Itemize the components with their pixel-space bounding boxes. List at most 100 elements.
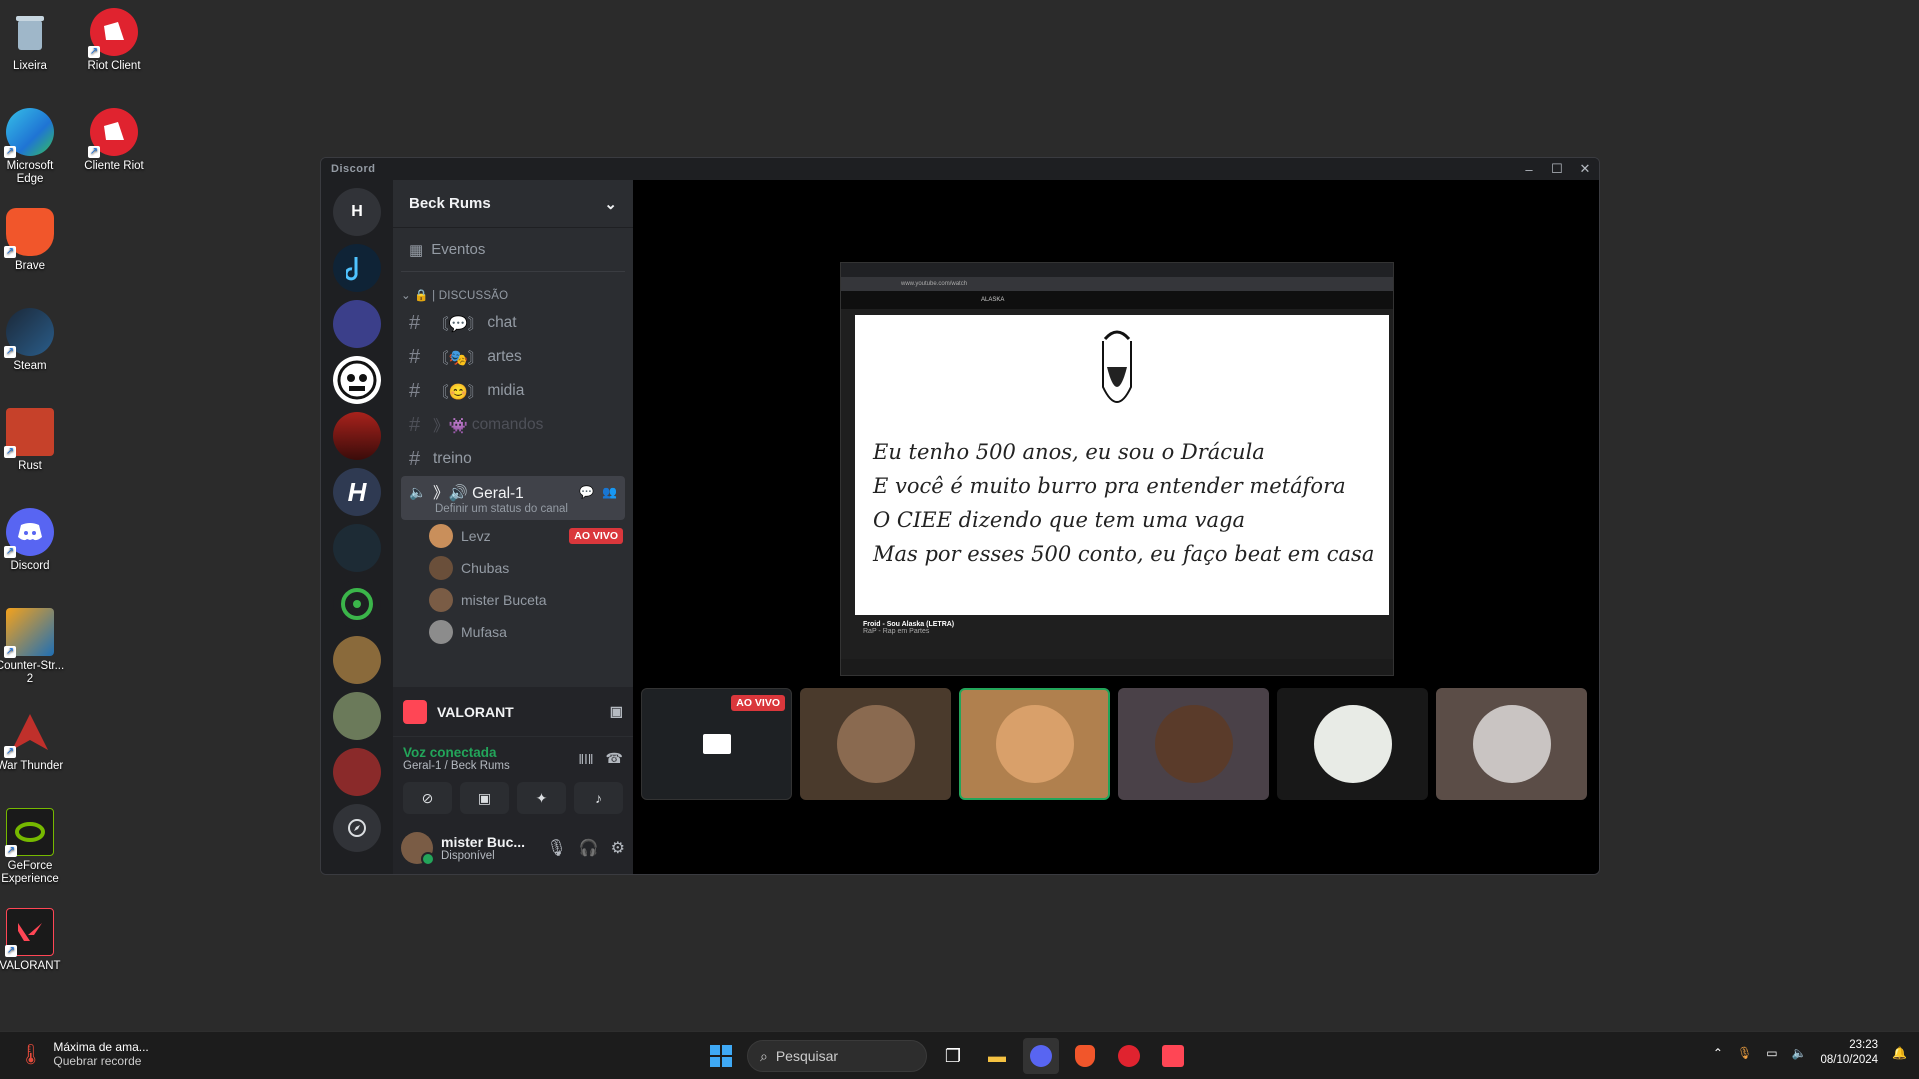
windows-taskbar: 🌡 Máxima de ama... Quebrar recorde ⌕ Pes… bbox=[0, 1031, 1919, 1079]
desktop-icon-riot-client[interactable]: ↗ Riot Client bbox=[76, 8, 152, 73]
server-icon-music[interactable] bbox=[333, 244, 381, 292]
desktop-icon-cliente-riot[interactable]: ↗ Cliente Riot bbox=[76, 108, 152, 173]
voice-channel-name: 》🔊 Geral-1 bbox=[433, 485, 524, 502]
category-discussao[interactable]: ⌄ 🔒 | DISCUSSÃO bbox=[393, 272, 633, 306]
user-name: mister Buc... bbox=[441, 834, 526, 850]
participant-tile[interactable] bbox=[959, 688, 1110, 800]
desktop-icon-label: Counter-Str... 2 bbox=[0, 660, 65, 685]
brave-taskbar-icon[interactable] bbox=[1067, 1038, 1103, 1074]
channel-midia[interactable]: # 〘😊〙 midia bbox=[401, 374, 625, 408]
brave-lion-icon: ↗ bbox=[4, 208, 54, 258]
disconnect-icon[interactable]: ☎ bbox=[606, 750, 623, 767]
server-icon-monkey[interactable] bbox=[333, 636, 381, 684]
headphones-icon[interactable]: 🎧 bbox=[579, 838, 599, 858]
server-icon-skull[interactable] bbox=[333, 356, 381, 404]
channel-chat[interactable]: # 〘💬〙 chat bbox=[401, 306, 625, 340]
server-header[interactable]: Beck Rums ⌄ bbox=[393, 180, 633, 228]
channel-artes[interactable]: # 〘🎭〙 artes bbox=[401, 340, 625, 374]
server-icon-h-script[interactable]: H bbox=[333, 468, 381, 516]
channel-prefix: 》👾 bbox=[433, 418, 468, 435]
voice-user[interactable]: Chubas bbox=[393, 552, 633, 584]
voice-connected-title[interactable]: Voz conectada bbox=[403, 745, 510, 760]
youtube-search: ALASKA bbox=[841, 291, 1393, 309]
desktop-icon-discord[interactable]: ↗ Discord bbox=[0, 508, 68, 573]
server-icon-dark[interactable] bbox=[333, 524, 381, 572]
network-icon[interactable]: ▭ bbox=[1766, 1046, 1777, 1060]
weather-widget[interactable]: 🌡 Máxima de ama... Quebrar recorde bbox=[18, 1040, 149, 1068]
participant-tile[interactable] bbox=[800, 688, 951, 800]
stream-view[interactable]: www.youtube.com/watch ALASKA Eu tenho 50… bbox=[840, 262, 1394, 676]
server-icon-beck-rums[interactable] bbox=[333, 748, 381, 796]
maximize-button[interactable]: ☐ bbox=[1543, 158, 1571, 180]
channel-name: midia bbox=[487, 382, 525, 399]
clock[interactable]: 23:23 08/10/2024 bbox=[1820, 1038, 1878, 1068]
server-icon-oeste[interactable] bbox=[333, 412, 381, 460]
activity-row[interactable]: VALORANT ▣ bbox=[393, 687, 633, 737]
server-icon-photo[interactable] bbox=[333, 692, 381, 740]
avatar bbox=[429, 588, 453, 612]
notification-bell-icon[interactable]: 🔔 bbox=[1892, 1046, 1907, 1060]
voice-user[interactable]: Levz AO VIVO bbox=[393, 520, 633, 552]
desktop-icon-label: Cliente Riot bbox=[84, 160, 144, 172]
riot-taskbar-icon[interactable] bbox=[1111, 1038, 1147, 1074]
window-title: Discord bbox=[331, 163, 376, 175]
server-icon-biohazard[interactable] bbox=[333, 580, 381, 628]
minimize-button[interactable]: – bbox=[1515, 158, 1543, 180]
desktop-icon-label: Microsoft Edge bbox=[6, 160, 54, 185]
server-h[interactable]: H bbox=[333, 188, 381, 236]
desktop-icon-label: Lixeira bbox=[13, 60, 47, 72]
activities-icon[interactable]: ✦ bbox=[517, 782, 566, 814]
lyric-line: E você é muito burro pra entender metáfo… bbox=[873, 474, 1346, 498]
desktop-icon-counter-strike[interactable]: ↗ Counter-Str... 2 bbox=[0, 608, 68, 686]
task-view-icon[interactable]: ❐ bbox=[935, 1038, 971, 1074]
screen-share-icon[interactable]: ▣ bbox=[610, 703, 623, 720]
events-item[interactable]: ▦ Eventos bbox=[401, 228, 625, 272]
taskbar-search[interactable]: ⌕ Pesquisar bbox=[747, 1040, 927, 1072]
chat-bubble-icon[interactable]: 💬 bbox=[579, 485, 594, 499]
explore-servers-icon[interactable] bbox=[333, 804, 381, 852]
chevron-up-icon[interactable]: ⌃ bbox=[1713, 1046, 1723, 1060]
avatar bbox=[1313, 705, 1392, 783]
channel-comandos[interactable]: # 》👾 comandos bbox=[401, 408, 625, 442]
stream-tile[interactable]: AO VIVO bbox=[641, 688, 792, 800]
volume-icon[interactable]: 🔈 bbox=[1792, 1046, 1807, 1060]
start-button[interactable] bbox=[703, 1038, 739, 1074]
channel-treino[interactable]: # treino bbox=[401, 442, 625, 476]
desktop-icon-label: VALORANT bbox=[0, 960, 61, 972]
valorant-taskbar-icon[interactable] bbox=[1155, 1038, 1191, 1074]
participant-tile[interactable] bbox=[1118, 688, 1269, 800]
desktop-icon-brave[interactable]: ↗ Brave bbox=[0, 208, 68, 273]
desktop-icon-geforce[interactable]: ↗ GeForce Experience bbox=[0, 808, 68, 886]
desktop-icon-edge[interactable]: ↗ Microsoft Edge bbox=[0, 108, 68, 186]
noise-suppression-icon[interactable]: ǁǀǁ bbox=[578, 751, 593, 767]
microphone-icon[interactable]: 🎙 bbox=[546, 838, 566, 858]
desktop-icon-war-thunder[interactable]: ↗ War Thunder bbox=[0, 708, 68, 773]
chevron-down-icon: ⌄ bbox=[604, 195, 617, 213]
discord-window: Discord – ☐ ✕ H H Beck Rums ⌄ ▦ Eventos … bbox=[320, 157, 1600, 875]
voice-user[interactable]: Mufasa bbox=[393, 616, 633, 648]
camera-off-icon[interactable]: ⊘ bbox=[403, 782, 452, 814]
discord-taskbar-icon[interactable] bbox=[1023, 1038, 1059, 1074]
desktop-icon-valorant[interactable]: ↗ VALORANT bbox=[0, 908, 68, 973]
channel-status[interactable]: Definir um status do canal bbox=[409, 503, 568, 515]
voice-channel-geral-1[interactable]: 🔈 》🔊 Geral-1 💬 👥 Definir um status do ca… bbox=[401, 476, 625, 520]
file-explorer-icon[interactable]: ▬ bbox=[979, 1038, 1015, 1074]
desktop-icon-rust[interactable]: ↗ Rust bbox=[0, 408, 68, 473]
server-icon-shield[interactable] bbox=[333, 300, 381, 348]
search-placeholder: Pesquisar bbox=[775, 1048, 839, 1064]
clock-date: 08/10/2024 bbox=[1820, 1054, 1879, 1066]
gear-icon[interactable]: ⚙ bbox=[611, 838, 625, 858]
close-button[interactable]: ✕ bbox=[1571, 158, 1599, 180]
share-screen-icon[interactable]: ▣ bbox=[460, 782, 509, 814]
desktop-icon-recycle-bin[interactable]: Lixeira bbox=[0, 8, 68, 73]
voice-user[interactable]: mister Buceta bbox=[393, 584, 633, 616]
user-panel[interactable]: mister Buc... Disponível 🎙 🎧 ⚙ bbox=[393, 822, 633, 874]
microphone-icon[interactable]: 🎙 bbox=[1737, 1046, 1752, 1060]
channel-prefix: 〘💬〙 bbox=[433, 316, 484, 333]
desktop-icon-steam[interactable]: ↗ Steam bbox=[0, 308, 68, 373]
voice-connected-subtitle[interactable]: Geral-1 / Beck Rums bbox=[403, 760, 510, 772]
add-member-icon[interactable]: 👥 bbox=[602, 485, 617, 499]
participant-tile[interactable] bbox=[1277, 688, 1428, 800]
participant-tile[interactable] bbox=[1436, 688, 1587, 800]
soundboard-icon[interactable]: ♪ bbox=[574, 782, 623, 814]
